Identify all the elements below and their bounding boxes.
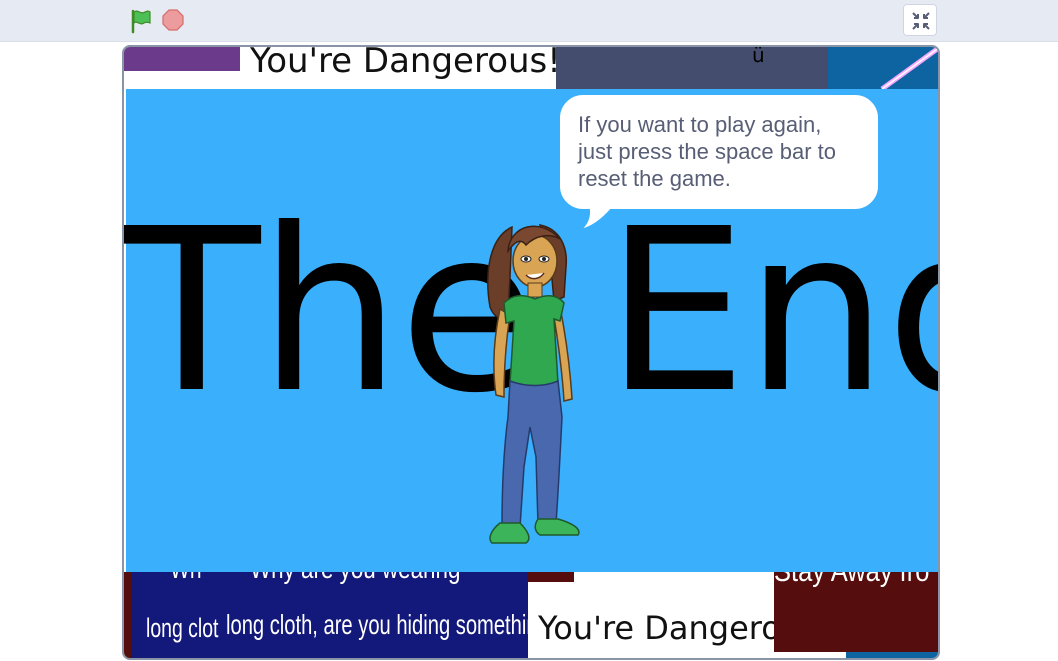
bottom-left-text-1: long clot — [146, 613, 219, 643]
backdrop-bottom-maroon-edge — [124, 572, 132, 658]
stage-toolbar — [0, 0, 1058, 42]
speech-bubble-tail — [576, 207, 616, 233]
speech-bubble: If you want to play again, just press th… — [557, 92, 881, 212]
laser-beam — [880, 47, 938, 89]
top-left-text: You're Dangerous! — [250, 45, 561, 81]
green-flag-icon[interactable] — [128, 8, 154, 34]
backdrop-bottom-maroon-mid — [528, 572, 574, 582]
stop-icon[interactable] — [162, 9, 184, 31]
stage[interactable]: You're Dangerous! ü Wh Why are you weari… — [122, 45, 940, 660]
girl-sprite[interactable] — [480, 217, 596, 562]
exit-fullscreen-button[interactable] — [903, 4, 937, 36]
exit-fullscreen-icon — [912, 12, 930, 30]
backdrop-bottom-blue-right — [846, 652, 938, 658]
bottom-left-text-2: long cloth, are you hiding something — [226, 609, 549, 640]
backdrop-top-purple — [124, 47, 240, 71]
top-center-text: ü — [752, 45, 765, 67]
backdrop-top-slate — [556, 47, 828, 89]
bottom-center-text: You're Dangero — [538, 609, 781, 647]
